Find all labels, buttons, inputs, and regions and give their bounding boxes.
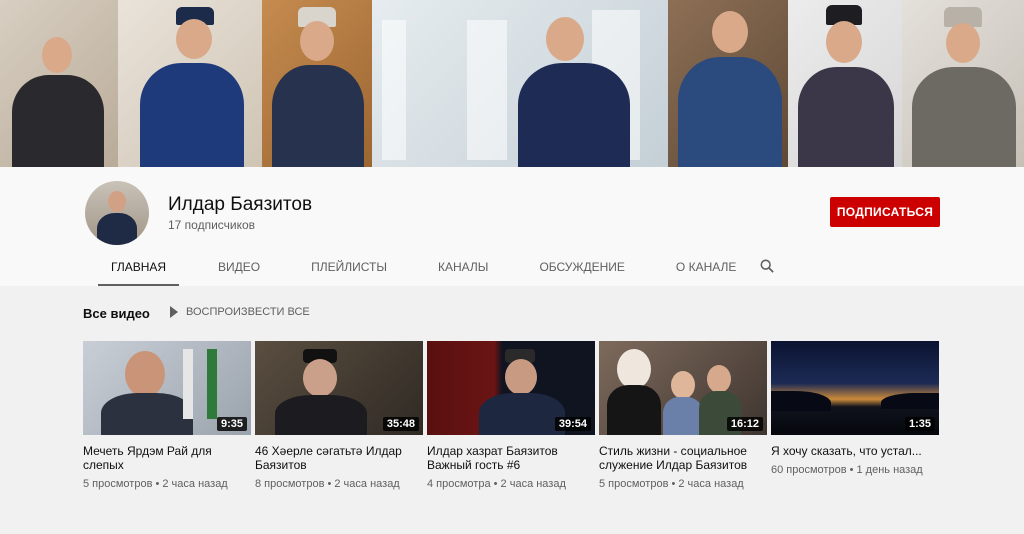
video-title[interactable]: Илдар хазрат Баязитов Важный гость #6 bbox=[427, 444, 595, 472]
video-title[interactable]: Стиль жизни - социальное служение Илдар … bbox=[599, 444, 767, 472]
banner-photo-3 bbox=[262, 0, 372, 167]
video-duration: 39:54 bbox=[554, 417, 591, 431]
video-card[interactable]: 9:35 Мечеть Ярдэм Рай для слепых 5 просм… bbox=[83, 341, 251, 490]
channel-header: Илдар Баязитов 17 подписчиков ПОДПИСАТЬС… bbox=[0, 167, 1024, 286]
video-grid: 9:35 Мечеть Ярдэм Рай для слепых 5 просм… bbox=[83, 341, 939, 490]
subscriber-count: 17 подписчиков bbox=[168, 218, 256, 232]
person-figure bbox=[512, 17, 632, 167]
tab-discussion[interactable]: ОБСУЖДЕНИЕ bbox=[539, 254, 624, 286]
banner-photo-1 bbox=[0, 0, 118, 167]
tab-channels[interactable]: КАНАЛЫ bbox=[438, 254, 488, 286]
play-all-button[interactable]: ВОСПРОИЗВЕСТИ ВСЕ bbox=[170, 306, 310, 318]
banner-photo-2 bbox=[118, 0, 262, 167]
play-icon bbox=[170, 306, 178, 318]
channel-avatar[interactable] bbox=[85, 181, 149, 245]
person-figure bbox=[674, 7, 784, 167]
tab-playlists[interactable]: ПЛЕЙЛИСТЫ bbox=[311, 254, 387, 286]
channel-banner bbox=[0, 0, 1024, 167]
video-card[interactable]: 35:48 46 Хәерле сәгатьтә Илдар Баязитов … bbox=[255, 341, 423, 490]
video-thumbnail[interactable]: 16:12 bbox=[599, 341, 767, 435]
person-figure bbox=[8, 37, 108, 167]
video-duration: 16:12 bbox=[726, 417, 763, 431]
video-card[interactable]: 39:54 Илдар хазрат Баязитов Важный гость… bbox=[427, 341, 595, 490]
video-meta: 5 просмотров • 2 часа назад bbox=[599, 478, 744, 490]
video-meta: 4 просмотра • 2 часа назад bbox=[427, 478, 566, 490]
banner-photo-4 bbox=[372, 0, 668, 167]
video-duration: 9:35 bbox=[216, 417, 247, 431]
video-thumbnail[interactable]: 39:54 bbox=[427, 341, 595, 435]
video-title[interactable]: 46 Хәерле сәгатьтә Илдар Баязитов bbox=[255, 444, 423, 472]
video-meta: 8 просмотров • 2 часа назад bbox=[255, 478, 400, 490]
channel-name: Илдар Баязитов bbox=[168, 194, 313, 215]
tab-about[interactable]: О КАНАЛЕ bbox=[676, 254, 736, 286]
tab-videos[interactable]: ВИДЕО bbox=[218, 254, 260, 286]
video-title[interactable]: Мечеть Ярдэм Рай для слепых bbox=[83, 444, 251, 472]
video-card[interactable]: 16:12 Стиль жизни - социальное служение … bbox=[599, 341, 767, 490]
video-thumbnail[interactable]: 9:35 bbox=[83, 341, 251, 435]
video-duration: 1:35 bbox=[904, 417, 935, 431]
banner-photo-5 bbox=[668, 0, 788, 167]
banner-photo-6 bbox=[788, 0, 902, 167]
video-card[interactable]: 1:35 Я хочу сказать, что устал... 60 про… bbox=[771, 341, 939, 490]
channel-tabs: ГЛАВНАЯ ВИДЕО ПЛЕЙЛИСТЫ КАНАЛЫ ОБСУЖДЕНИ… bbox=[85, 254, 736, 286]
person-figure bbox=[908, 7, 1020, 167]
video-thumbnail[interactable]: 35:48 bbox=[255, 341, 423, 435]
person-figure bbox=[268, 7, 368, 167]
subscribe-button[interactable]: ПОДПИСАТЬСЯ bbox=[830, 197, 940, 227]
video-thumbnail[interactable]: 1:35 bbox=[771, 341, 939, 435]
video-meta: 5 просмотров • 2 часа назад bbox=[83, 478, 228, 490]
video-meta: 60 просмотров • 1 день назад bbox=[771, 464, 923, 476]
tab-home[interactable]: ГЛАВНАЯ bbox=[97, 254, 180, 286]
person-figure bbox=[136, 7, 246, 167]
section-title[interactable]: Все видео bbox=[83, 306, 150, 321]
person-figure bbox=[794, 5, 898, 167]
video-title[interactable]: Я хочу сказать, что устал... bbox=[771, 444, 939, 458]
video-duration: 35:48 bbox=[382, 417, 419, 431]
search-icon[interactable] bbox=[760, 259, 774, 273]
play-all-label: ВОСПРОИЗВЕСТИ ВСЕ bbox=[186, 306, 310, 318]
banner-photo-7 bbox=[902, 0, 1024, 167]
